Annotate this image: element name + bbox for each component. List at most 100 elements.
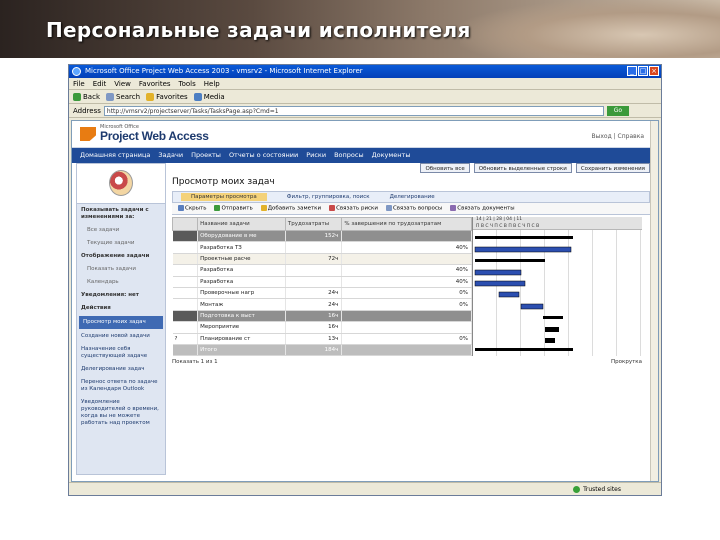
action-row: Обновить все Обновить выделенные строки … [172, 163, 650, 175]
back-button[interactable]: Back [73, 90, 100, 104]
nav-projects[interactable]: Проекты [191, 148, 221, 163]
table-row[interactable]: ? Планирование ст 13ч 0% [172, 333, 472, 345]
lp-notify-managers[interactable]: Уведомление руководителей о времени, ког… [77, 396, 165, 430]
row-task-name[interactable]: Мероприятие [197, 321, 286, 334]
table-row[interactable]: Разработка ТЗ 40% [172, 241, 472, 254]
row-indicator [172, 298, 199, 311]
grid-area: Название задачи Трудозатраты % завершени… [171, 217, 650, 357]
row-work: 152ч [285, 230, 343, 243]
lp-show-tasks[interactable]: Показать задачи [77, 263, 165, 276]
grid-header-task-name[interactable]: Название задачи [197, 217, 286, 231]
row-task-name[interactable]: Разработка [197, 276, 286, 288]
gantt-total-bar [475, 348, 573, 351]
row-task-name[interactable]: Итого [197, 344, 286, 357]
top-links[interactable]: Выход | Справка [592, 133, 645, 140]
row-work: 16ч [285, 310, 343, 323]
table-row[interactable]: Оборудование в ме 152ч [172, 230, 472, 243]
save-changes-button[interactable]: Сохранить изменения [575, 163, 650, 173]
lp-current-tasks[interactable]: Текущие задачи [77, 237, 165, 250]
row-work: 13ч [285, 333, 343, 345]
address-input[interactable]: http://vmsrv2/projectserver/Tasks/TasksP… [103, 105, 604, 116]
lp-task-display: Отображение задачи [81, 253, 150, 259]
update-all-button[interactable]: Обновить все [420, 163, 470, 173]
grid-header-work[interactable]: Трудозатраты [284, 217, 343, 231]
media-button[interactable]: Media [193, 90, 225, 104]
tab-view-options[interactable]: Параметры просмотра [181, 193, 267, 201]
gantt-summary-bar [475, 236, 573, 239]
menu-view[interactable]: View [114, 78, 131, 89]
row-task-name[interactable]: Планирование ст [197, 333, 286, 345]
maximize-button[interactable]: □ [638, 66, 648, 76]
update-selected-button[interactable]: Обновить выделенные строки [473, 163, 572, 173]
lp-create-task[interactable]: Создание новой задачи [77, 330, 165, 343]
row-percent [341, 310, 472, 323]
lp-view-my-tasks[interactable]: Просмотр моих задач [79, 316, 163, 329]
nav-issues[interactable]: Вопросы [334, 148, 364, 163]
scroll-control[interactable]: Прокрутка [611, 359, 642, 365]
nav-documents[interactable]: Документы [372, 148, 411, 163]
table-row[interactable]: Подготовка к выст 16ч [172, 310, 472, 323]
link-risks-button[interactable]: Связать риски [329, 205, 378, 212]
lp-actions: Действия [81, 305, 111, 311]
gantt-task-bar [474, 269, 522, 276]
table-row[interactable]: Разработка 40% [172, 276, 472, 288]
nav-status-reports[interactable]: Отчеты о состоянии [229, 148, 298, 163]
hide-button[interactable]: Скрыть [178, 205, 206, 212]
back-icon [73, 92, 81, 101]
link-issues-button[interactable]: Связать вопросы [385, 205, 442, 212]
lp-calendar[interactable]: Календарь [77, 276, 165, 289]
send-button[interactable]: Отправить [214, 205, 253, 212]
slide-header: Персональные задачи исполнителя [0, 0, 720, 58]
lp-outlook[interactable]: Перенос ответа по задаче из Календаря Ou… [77, 376, 165, 396]
tab-filter-group[interactable]: Фильтр, группировка, поиск [287, 194, 370, 200]
table-row[interactable]: Проектные расче 72ч [172, 253, 472, 266]
table-row[interactable]: Разработка 40% [172, 264, 472, 277]
menu-tools[interactable]: Tools [179, 78, 196, 89]
minimize-button[interactable]: _ [627, 66, 637, 76]
search-button[interactable]: Search [106, 90, 140, 104]
lp-notifications: Уведомления: нет [81, 292, 139, 298]
browser-window: Microsoft Office Project Web Access 2003… [68, 64, 662, 496]
security-zone: Trusted sites [573, 483, 621, 496]
grid-header-percent[interactable]: % завершения по трудозатратам [341, 217, 472, 231]
row-work: 72ч [285, 253, 343, 266]
grid-body: Оборудование в ме 152ч Разработка ТЗ 40% Про… [172, 230, 472, 357]
gantt-summary-bar [543, 316, 563, 319]
row-task-name[interactable]: Разработка [197, 264, 286, 277]
table-row[interactable]: Мероприятие 16ч [172, 321, 472, 334]
menu-favorites[interactable]: Favorites [139, 78, 171, 89]
row-indicator [172, 310, 199, 323]
table-row[interactable]: Итого 184ч [172, 344, 472, 357]
row-percent: 0% [341, 287, 472, 300]
link-docs-button[interactable]: Связать документы [450, 205, 515, 212]
table-row[interactable]: Проверочные нагр 24ч 0% [172, 287, 472, 300]
menu-file[interactable]: File [73, 78, 85, 89]
row-percent [341, 230, 472, 243]
table-row[interactable]: Монтаж 24ч 0% [172, 298, 472, 311]
close-button[interactable]: × [649, 66, 659, 76]
risk-icon [329, 205, 336, 212]
row-task-name[interactable]: Проектные расче [197, 253, 286, 266]
vertical-scrollbar[interactable] [650, 121, 658, 481]
lp-assign-self[interactable]: Назначение себя существующей задаче [77, 343, 165, 363]
nav-tasks[interactable]: Задачи [158, 148, 183, 163]
menu-help[interactable]: Help [204, 78, 220, 89]
nav-home[interactable]: Домашняя страница [80, 148, 150, 163]
tab-delegation[interactable]: Делегирование [390, 194, 435, 200]
go-button[interactable]: Go [606, 105, 629, 116]
row-task-name[interactable]: Монтаж [197, 298, 286, 311]
menu-edit[interactable]: Edit [93, 78, 107, 89]
row-work: 184ч [285, 344, 343, 357]
lp-show-changed: Показывать задачи с изменениями за: [81, 207, 149, 220]
row-task-name[interactable]: Разработка ТЗ [197, 241, 286, 254]
lp-delegate[interactable]: Делегирование задач [77, 363, 165, 376]
row-task-name[interactable]: Оборудование в ме [197, 230, 286, 243]
lp-all-tasks[interactable]: Все задачи [77, 224, 165, 237]
nav-risks[interactable]: Риски [306, 148, 326, 163]
row-task-name[interactable]: Подготовка к выст [197, 310, 286, 323]
row-percent: 0% [341, 298, 472, 311]
add-notes-button[interactable]: Добавить заметки [260, 205, 321, 212]
favorites-button[interactable]: Favorites [146, 90, 188, 104]
row-task-name[interactable]: Проверочные нагр [197, 287, 286, 300]
row-percent: 40% [341, 264, 472, 277]
